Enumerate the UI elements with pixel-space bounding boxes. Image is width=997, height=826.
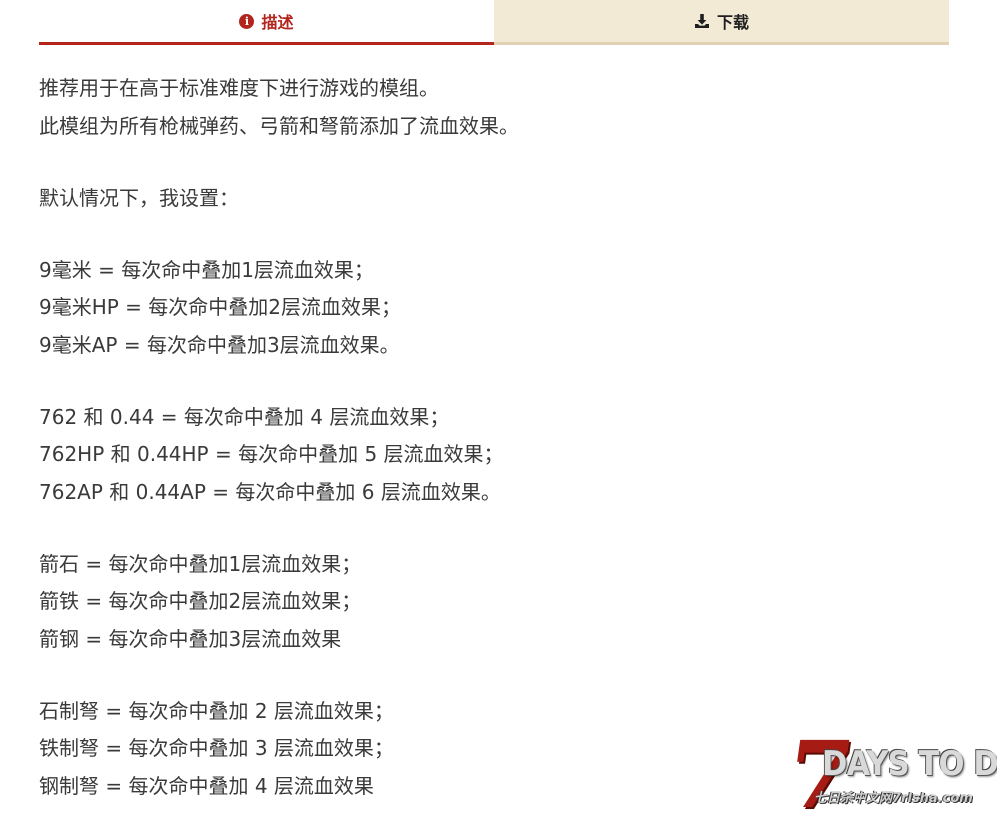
arrow-group: 箭石 = 每次命中叠加1层流血效果； 箭铁 = 每次命中叠加2层流血效果； 箭钢… (39, 546, 939, 659)
list-item: 9毫米HP = 每次命中叠加2层流血效果； (39, 295, 402, 319)
tab-bar: i 描述 下载 (39, 0, 949, 45)
settings-heading: 默认情况下，我设置： (39, 185, 239, 210)
list-item: 9毫米 = 每次命中叠加1层流血效果； (39, 257, 374, 282)
game-logo-watermark: 7 DAYS TO DIE 七日杀中文网7rlsha.com (780, 721, 997, 826)
download-icon (694, 13, 710, 29)
list-item: 箭铁 = 每次命中叠加2层流血效果； (39, 589, 362, 613)
list-item: 箭石 = 每次命中叠加1层流血效果； (39, 551, 362, 576)
logo-subtitle: 七日杀中文网7rlsha.com (814, 791, 973, 806)
pistol-ammo-group: 9毫米 = 每次命中叠加1层流血效果； 9毫米HP = 每次命中叠加2层流血效果… (39, 252, 939, 365)
rifle-ammo-group: 762 和 0.44 = 每次命中叠加 4 层流血效果； 762HP 和 0.4… (39, 399, 939, 512)
tab-description-label: 描述 (261, 13, 294, 32)
list-item: 9毫米AP = 每次命中叠加3层流血效果。 (39, 332, 400, 357)
mod-page: i 描述 下载 推荐用于在高于标准难度下进行游戏的模组。 此模组为所有枪械弹药、… (0, 0, 997, 826)
list-item: 762 和 0.44 = 每次命中叠加 4 层流血效果； (39, 404, 450, 429)
intro-line: 推荐用于在高于标准难度下进行游戏的模组。 (39, 76, 439, 100)
list-item: 箭钢 = 每次命中叠加3层流血效果 (39, 626, 342, 651)
list-item: 762HP 和 0.44HP = 每次命中叠加 5 层流血效果； (39, 442, 504, 466)
logo-title: DAYS TO DIE (822, 744, 997, 784)
description-body: 推荐用于在高于标准难度下进行游戏的模组。 此模组为所有枪械弹药、弓箭和弩箭添加了… (39, 70, 939, 805)
intro-line: 此模组为所有枪械弹药、弓箭和弩箭添加了流血效果。 (39, 113, 519, 138)
tab-download[interactable]: 下载 (494, 0, 949, 45)
list-item: 762AP 和 0.44AP = 每次命中叠加 6 层流血效果。 (39, 479, 501, 504)
tab-download-label: 下载 (716, 13, 749, 32)
tab-description[interactable]: i 描述 (39, 0, 494, 45)
info-icon: i (239, 13, 255, 29)
